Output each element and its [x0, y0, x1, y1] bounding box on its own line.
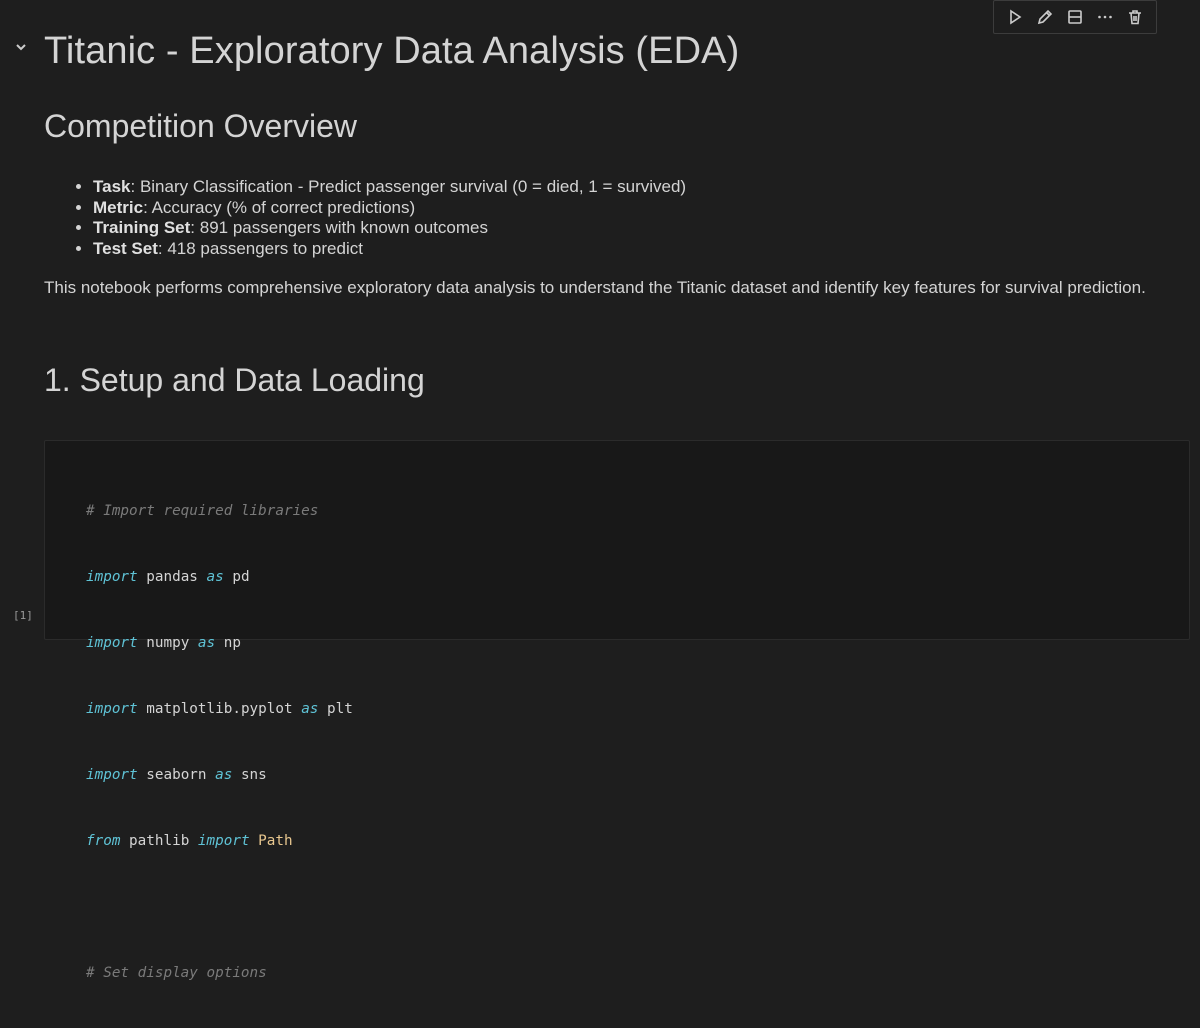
- notebook-title: Titanic - Exploratory Data Analysis (EDA…: [44, 30, 740, 72]
- setup-heading: 1. Setup and Data Loading: [44, 362, 425, 398]
- code-alias: pd: [223, 569, 250, 585]
- pencil-icon: [1037, 9, 1053, 25]
- code-keyword: from: [86, 833, 121, 849]
- execution-count: [1]: [13, 609, 33, 622]
- code-comment: # Set display options: [86, 965, 267, 981]
- code-alias: plt: [318, 701, 353, 717]
- more-icon: [1098, 15, 1112, 19]
- code-module: seaborn: [137, 767, 216, 783]
- play-icon: [1010, 9, 1022, 25]
- split-cell-button[interactable]: [1063, 5, 1087, 29]
- list-item-text: : Accuracy (% of correct predictions): [143, 197, 416, 217]
- code-keyword: import: [86, 701, 138, 717]
- more-actions-button[interactable]: [1093, 5, 1117, 29]
- code-line: from pathlib import Path: [86, 830, 353, 852]
- list-item-label: Test Set: [93, 238, 158, 258]
- code-keyword: as: [206, 569, 224, 585]
- intro-paragraph: This notebook performs comprehensive exp…: [44, 278, 1146, 297]
- edit-cell-button[interactable]: [1033, 5, 1057, 29]
- list-item-text: : 418 passengers to predict: [157, 238, 363, 258]
- list-item: Metric: Accuracy (% of correct predictio…: [93, 198, 686, 219]
- list-item: Task: Binary Classification - Predict pa…: [93, 177, 686, 198]
- code-class: Path: [249, 833, 293, 849]
- collapse-cell-chevron[interactable]: [14, 40, 30, 56]
- code-module: pandas: [137, 569, 207, 585]
- competition-overview-heading: Competition Overview: [44, 108, 357, 144]
- code-line: import seaborn as sns: [86, 764, 353, 786]
- overview-list: Task: Binary Classification - Predict pa…: [74, 177, 686, 259]
- code-editor[interactable]: # Import required libraries import panda…: [86, 456, 353, 1028]
- code-keyword: import: [86, 635, 138, 651]
- code-cell[interactable]: # Import required libraries import panda…: [44, 440, 1190, 981]
- list-item-label: Training Set: [93, 218, 191, 237]
- code-comment: # Import required libraries: [86, 503, 319, 519]
- list-item-text: : 891 passengers with known outcomes: [190, 218, 488, 237]
- code-module: pathlib: [120, 833, 198, 849]
- code-keyword: as: [215, 767, 233, 783]
- code-alias: np: [215, 635, 241, 651]
- list-item: Training Set: 891 passengers with known …: [93, 218, 686, 239]
- code-line: # Set display options: [86, 962, 353, 984]
- code-module: matplotlib.pyplot: [137, 701, 302, 717]
- code-module: numpy: [137, 635, 198, 651]
- code-keyword: import: [197, 833, 250, 849]
- code-line: import matplotlib.pyplot as plt: [86, 698, 353, 720]
- list-item: Test Set: 418 passengers to predict: [93, 239, 686, 260]
- code-keyword: as: [197, 635, 216, 651]
- code-keyword: import: [86, 569, 138, 585]
- list-item-label: Metric: [93, 197, 144, 217]
- code-keyword: as: [301, 701, 319, 717]
- run-cell-button[interactable]: [1003, 5, 1027, 29]
- code-keyword: import: [86, 767, 138, 783]
- delete-cell-button[interactable]: [1123, 5, 1147, 29]
- split-cell-icon: [1068, 10, 1082, 24]
- list-item-text: : Binary Classification - Predict passen…: [130, 177, 687, 196]
- cell-toolbar: [993, 0, 1157, 34]
- code-line: import pandas as pd: [86, 566, 353, 588]
- chevron-down-icon: [16, 44, 26, 51]
- code-alias: sns: [232, 767, 267, 783]
- list-item-label: Task: [93, 177, 131, 196]
- code-line: # Import required libraries: [86, 500, 353, 522]
- code-line: import numpy as np: [86, 632, 353, 654]
- trash-icon: [1129, 10, 1141, 25]
